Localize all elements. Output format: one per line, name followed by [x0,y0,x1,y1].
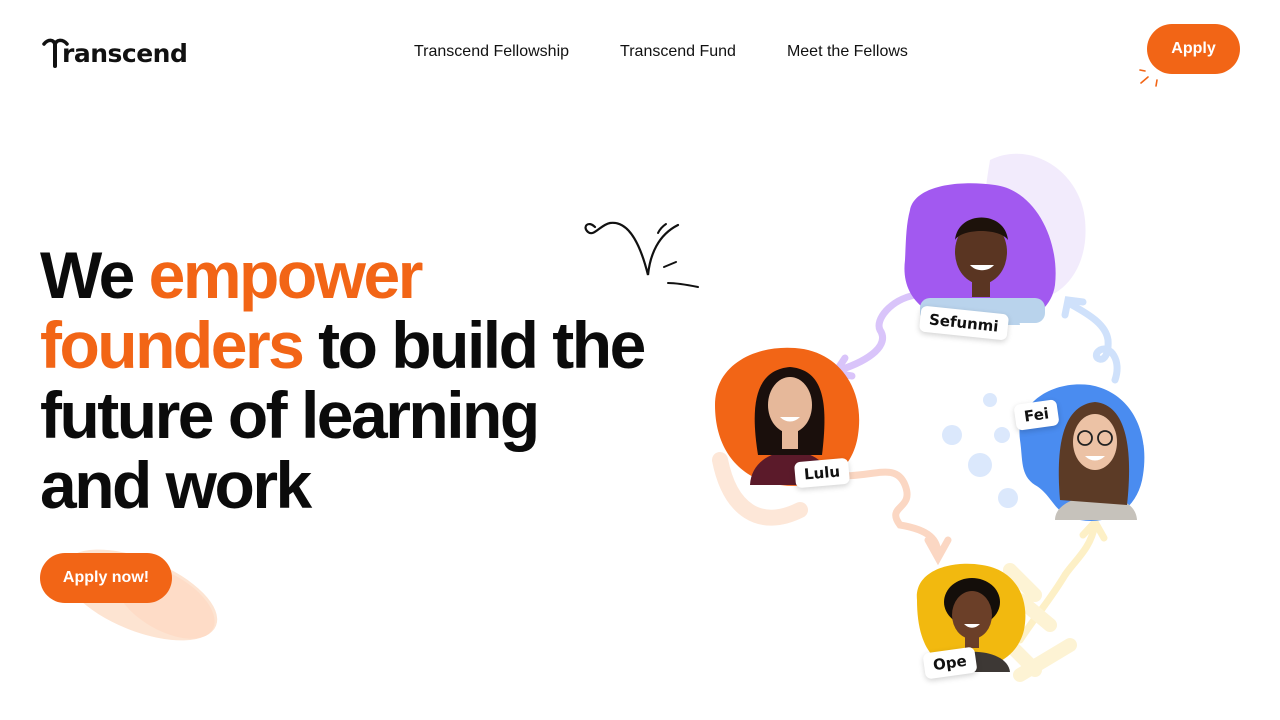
fellow-card-sefunmi[interactable]: Sefunmi [900,180,1060,341]
apply-now-button[interactable]: Apply now! [40,553,172,603]
fellow-name-lulu: Lulu [793,457,851,489]
nav-item-fellowship[interactable]: Transcend Fellowship [414,43,569,61]
fellow-card-ope[interactable]: Ope [912,560,1062,700]
fellow-card-fei[interactable]: Fei [1005,380,1165,530]
page: ranscend Transcend Fellowship Transcend … [0,0,1280,720]
squiggle-decoration-icon [584,221,699,288]
fellow-avatar-fei [1019,384,1145,521]
header-apply-button[interactable]: Apply [1147,24,1240,74]
hero-title-part1: We [40,238,149,312]
logo-text: ranscend [62,39,188,68]
fellows-illustration: Sefunmi Lulu Fei Ope [690,130,1170,710]
fellow-card-lulu[interactable]: Lulu [710,345,870,495]
spark-decoration-icon [1139,69,1158,87]
nav-item-fund[interactable]: Transcend Fund [620,43,736,61]
transcend-logo[interactable]: ranscend [40,36,188,68]
hero-title: We empower founders to build the future … [40,240,660,520]
main-nav: Transcend Fellowship Transcend Fund Meet… [414,43,908,61]
nav-item-fellows[interactable]: Meet the Fellows [787,43,908,61]
